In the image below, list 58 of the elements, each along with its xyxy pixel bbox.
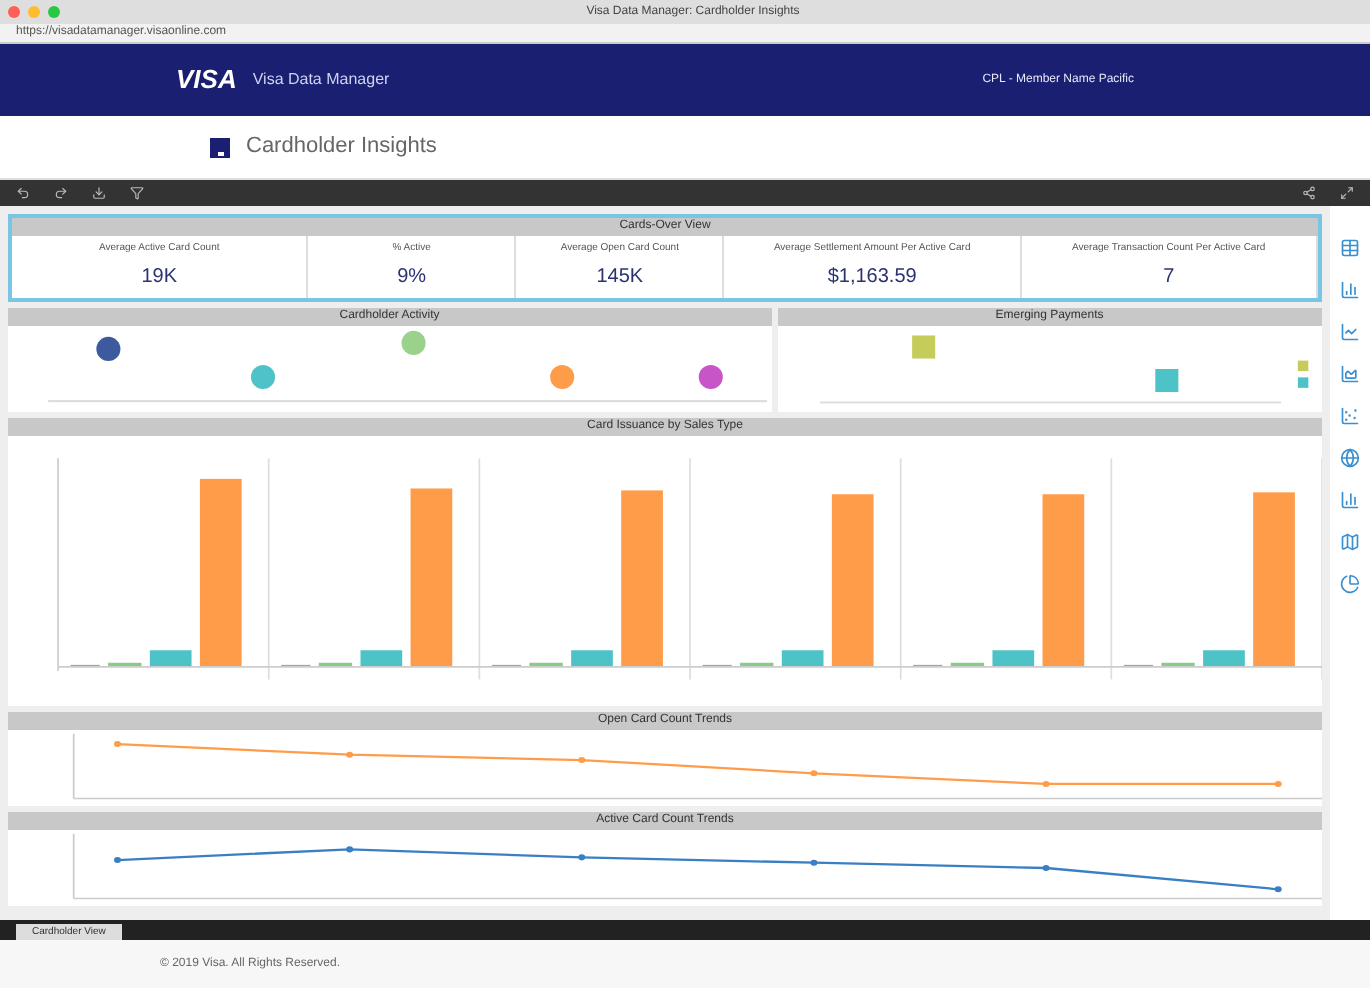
share-icon[interactable] [1302,186,1316,200]
data-point [578,854,586,861]
data-point [1042,864,1050,872]
bubble [96,336,121,361]
bar-chart-icon[interactable] [1340,280,1360,300]
legend-swatch [1296,377,1308,388]
kpi-value: 9% [397,263,427,292]
map-icon[interactable] [1340,532,1360,552]
bubble [401,330,426,355]
bar [529,662,563,667]
bar [781,650,824,667]
table-icon[interactable] [1340,238,1360,258]
bubble [250,365,276,390]
data-point [578,757,586,764]
data-point [810,770,818,777]
pie-chart-icon[interactable] [1340,574,1360,594]
undo-icon[interactable] [16,186,30,200]
page-icon [210,137,230,157]
line-chart-icon[interactable] [1340,322,1360,342]
data-point [1274,780,1282,787]
scatter-chart-icon[interactable] [1340,406,1360,426]
bubble [550,365,575,390]
data-point [1274,886,1282,893]
data-marker [911,335,935,359]
bar [950,662,985,667]
bar [360,650,403,667]
product-name: Visa Data Manager [252,68,390,92]
bar [149,650,192,667]
bar [108,662,142,667]
data-point [114,741,121,748]
kpi-value: 19K [141,263,178,292]
page-title: Cardholder Insights [246,132,437,163]
fullscreen-icon[interactable] [1340,186,1354,200]
bar [992,650,1035,667]
brand-logo: VISA [176,62,237,99]
data-marker [1154,369,1178,393]
kpi-value: 7 [1163,263,1175,292]
close-button[interactable] [8,6,20,18]
legend-swatch [1296,360,1308,372]
data-point [114,857,121,864]
download-icon[interactable] [92,186,106,200]
redo-icon[interactable] [54,186,68,200]
kpi-value: $1,163.59 [827,263,917,292]
filter-icon[interactable] [130,186,144,200]
kpi-value: 145K [596,263,644,292]
data-point [810,859,818,866]
bubble [698,365,723,390]
bar-chart-icon[interactable] [1340,490,1360,510]
data-point [1042,780,1050,787]
area-chart-icon[interactable] [1340,364,1360,384]
bar [571,650,613,667]
data-point [346,751,354,758]
globe-icon[interactable] [1340,448,1360,468]
bar [1203,650,1245,667]
data-point [346,846,354,853]
bar [318,662,353,667]
bar [740,662,774,667]
bar [1161,662,1195,667]
